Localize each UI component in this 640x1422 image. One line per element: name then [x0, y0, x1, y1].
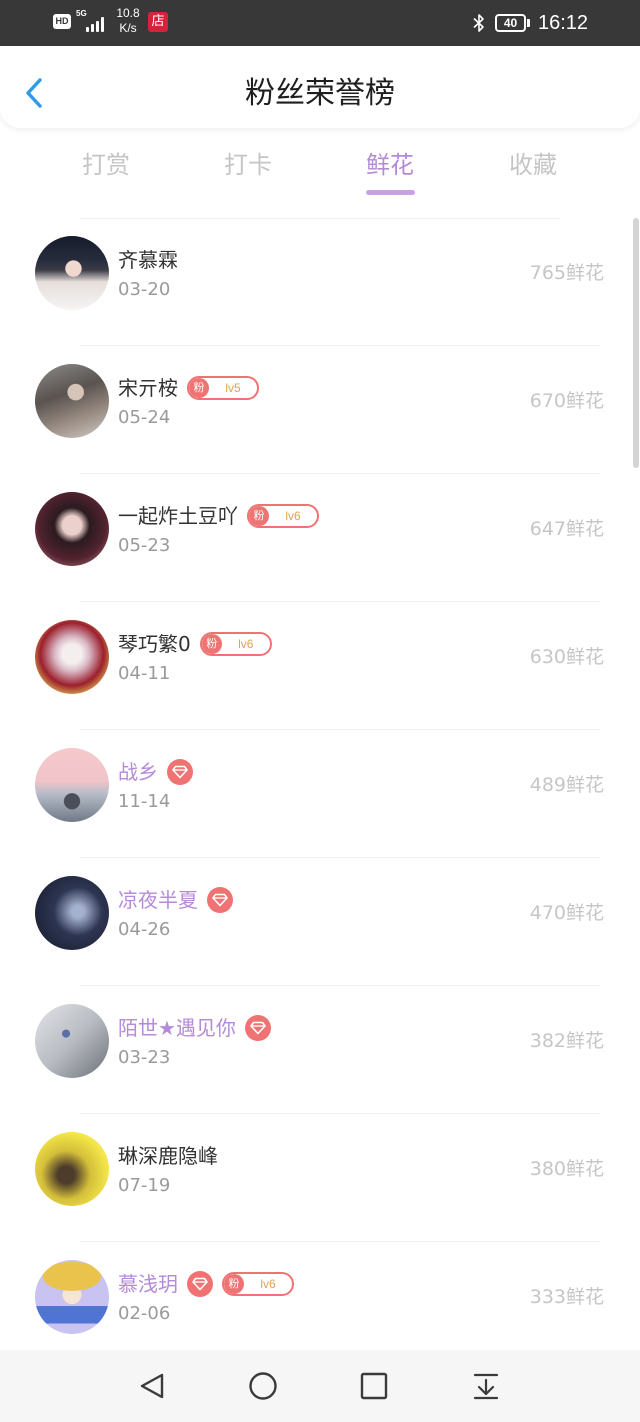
header: 粉丝荣誉榜: [0, 46, 640, 128]
list-item[interactable]: 陌世★遇见你 03-23 382鲜花: [0, 986, 640, 1114]
fan-badge-level: lv6: [260, 1277, 276, 1291]
avatar[interactable]: [35, 492, 109, 566]
flower-count: 630鲜花: [529, 646, 604, 668]
date: 02-06: [118, 1303, 171, 1324]
tab-flowers[interactable]: 鲜花: [340, 147, 440, 183]
fan-badge-level: lv6: [238, 637, 254, 651]
avatar[interactable]: [35, 1004, 109, 1078]
list-item[interactable]: 慕浅玥 粉 lv6 02-06 333鲜花: [0, 1242, 640, 1350]
date: 05-24: [118, 407, 171, 428]
home-circle-icon[interactable]: [249, 1372, 277, 1400]
list-item[interactable]: 宋亓桉 粉 lv5 05-24 670鲜花: [0, 346, 640, 474]
avatar[interactable]: [35, 620, 109, 694]
name-line: 慕浅玥 粉 lv6: [118, 1270, 294, 1298]
signal-icon: [86, 14, 108, 32]
tab-reward[interactable]: 打赏: [56, 147, 156, 183]
name-line: 齐慕霖: [118, 246, 178, 274]
hd-icon: HD: [53, 14, 71, 29]
chevron-left-icon[interactable]: [22, 76, 48, 110]
battery-icon: 40: [495, 14, 526, 32]
flower-count: 765鲜花: [529, 262, 604, 284]
user-name[interactable]: 一起炸土豆吖: [118, 502, 238, 530]
name-line: 凉夜半夏: [118, 886, 233, 914]
user-name[interactable]: 陌世★遇见你: [118, 1014, 236, 1042]
user-name[interactable]: 凉夜半夏: [118, 886, 198, 914]
user-name[interactable]: 琳深鹿隐峰: [118, 1142, 218, 1170]
name-line: 一起炸土豆吖 粉 lv6: [118, 502, 319, 530]
battery-nub: [527, 19, 530, 27]
recents-square-icon[interactable]: [360, 1372, 388, 1400]
list-item[interactable]: 战乡 11-14 489鲜花: [0, 730, 640, 858]
flower-count: 670鲜花: [529, 390, 604, 412]
user-name[interactable]: 琴巧繁0: [118, 630, 191, 658]
avatar[interactable]: [35, 364, 109, 438]
notification-pulldown-icon[interactable]: [472, 1372, 500, 1400]
flower-count: 647鲜花: [529, 518, 604, 540]
scrollbar[interactable]: [633, 218, 639, 468]
user-name[interactable]: 齐慕霖: [118, 246, 178, 274]
system-nav-bar: [0, 1350, 640, 1422]
flower-count: 380鲜花: [529, 1158, 604, 1180]
fan-badge-level: lv5: [225, 381, 241, 395]
flower-count: 470鲜花: [529, 902, 604, 924]
flower-count: 333鲜花: [529, 1286, 604, 1308]
flower-count: 382鲜花: [529, 1030, 604, 1052]
list-item[interactable]: 琳深鹿隐峰 07-19 380鲜花: [0, 1114, 640, 1242]
name-line: 琳深鹿隐峰: [118, 1142, 218, 1170]
name-line: 宋亓桉 粉 lv5: [118, 374, 259, 402]
name-line: 琴巧繁0 粉 lv6: [118, 630, 272, 658]
ranking-list[interactable]: 齐慕霖 03-20 765鲜花 宋亓桉 粉 lv5 05-24 670鲜花 一起…: [0, 218, 640, 1350]
user-name[interactable]: 慕浅玥: [118, 1270, 178, 1298]
tab-favorites[interactable]: 收藏: [483, 147, 583, 183]
avatar[interactable]: [35, 876, 109, 950]
date: 03-20: [118, 279, 171, 300]
avatar[interactable]: [35, 1132, 109, 1206]
store-icon: 店: [148, 12, 168, 32]
network-speed: 10.8 K/s: [112, 6, 144, 36]
list-item[interactable]: 一起炸土豆吖 粉 lv6 05-23 647鲜花: [0, 474, 640, 602]
date: 07-19: [118, 1175, 171, 1196]
avatar[interactable]: [35, 748, 109, 822]
list-item[interactable]: 齐慕霖 03-20 765鲜花: [0, 218, 640, 346]
list-item[interactable]: 琴巧繁0 粉 lv6 04-11 630鲜花: [0, 602, 640, 730]
status-bar: HD 5G 10.8 K/s 店 40 16:12: [0, 0, 640, 46]
date: 03-23: [118, 1047, 171, 1068]
name-line: 战乡: [118, 758, 193, 786]
user-name[interactable]: 战乡: [118, 758, 158, 786]
tab-checkin[interactable]: 打卡: [198, 147, 298, 183]
date: 05-23: [118, 535, 171, 556]
fan-level-badge: 粉 lv6: [222, 1272, 294, 1296]
fan-badge-label: 粉: [201, 634, 222, 654]
date: 11-14: [118, 791, 171, 812]
fan-badge-label: 粉: [224, 1274, 244, 1294]
name-line: 陌世★遇见你: [118, 1014, 271, 1042]
date: 04-26: [118, 919, 171, 940]
fan-level-badge: 粉 lv6: [199, 632, 272, 656]
diamond-icon: [244, 1015, 271, 1041]
diamond-icon: [187, 1271, 213, 1297]
speed-unit: K/s: [119, 21, 137, 35]
flower-count: 489鲜花: [529, 774, 604, 796]
avatar[interactable]: [35, 236, 109, 310]
fan-level-badge: 粉 lv6: [247, 504, 319, 528]
clock: 16:12: [538, 12, 589, 34]
diamond-icon: [207, 887, 233, 913]
fan-badge-level: lv6: [285, 509, 301, 523]
fan-badge-label: 粉: [249, 506, 269, 526]
user-name[interactable]: 宋亓桉: [118, 374, 178, 402]
tab-underline: [366, 190, 415, 195]
avatar[interactable]: [35, 1260, 109, 1334]
speed-value: 10.8: [116, 6, 140, 20]
list-item[interactable]: 凉夜半夏 04-26 470鲜花: [0, 858, 640, 986]
fan-badge-label: 粉: [189, 378, 209, 398]
fan-level-badge: 粉 lv5: [187, 376, 259, 400]
page-title: 粉丝荣誉榜: [245, 76, 395, 111]
date: 04-11: [118, 663, 171, 684]
bluetooth-icon: [473, 14, 484, 32]
diamond-icon: [167, 759, 193, 785]
back-triangle-icon[interactable]: [138, 1372, 166, 1400]
